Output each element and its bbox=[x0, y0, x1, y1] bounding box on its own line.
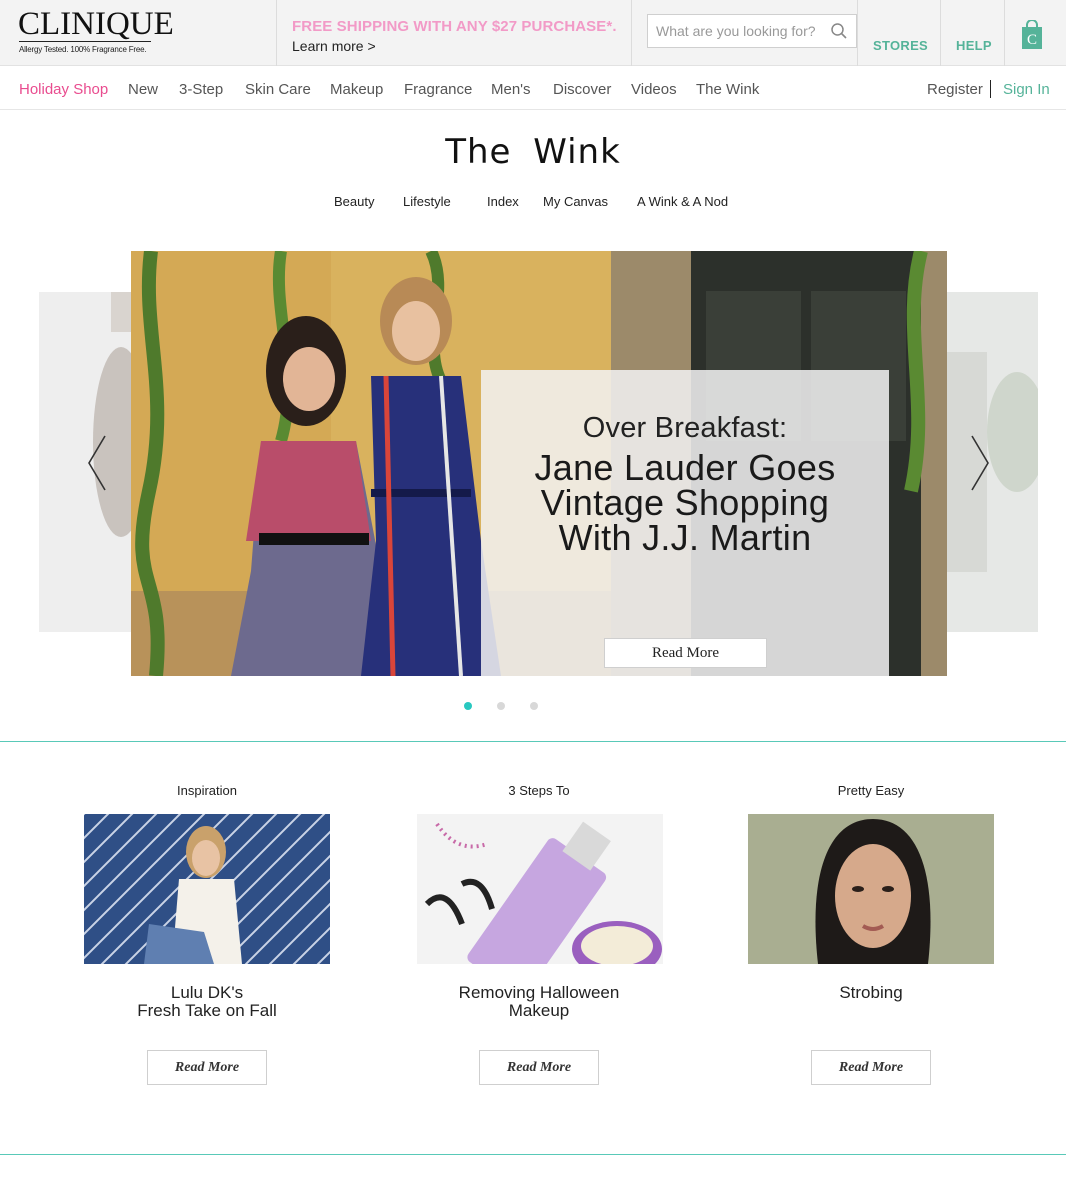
help-link[interactable]: HELP bbox=[956, 38, 992, 53]
subnav-index[interactable]: Index bbox=[487, 194, 519, 209]
nav-separator bbox=[990, 80, 991, 98]
subnav-beauty[interactable]: Beauty bbox=[334, 194, 374, 209]
section-divider bbox=[0, 741, 1066, 742]
carousel-dot-3[interactable] bbox=[530, 702, 538, 710]
card-title[interactable]: Lulu DK's Fresh Take on Fall bbox=[84, 984, 330, 1020]
nav-item-videos[interactable]: Videos bbox=[631, 81, 677, 98]
card-photo-makeup-remover bbox=[417, 814, 663, 964]
nav-item-makeup[interactable]: Makeup bbox=[330, 81, 383, 98]
hero-slide[interactable]: Over Breakfast: Jane Lauder Goes Vintage… bbox=[131, 251, 947, 676]
top-header: CLINIQUE Allergy Tested. 100% Fragrance … bbox=[0, 0, 1066, 66]
search-input[interactable] bbox=[648, 15, 826, 47]
hero-kicker: Over Breakfast: bbox=[582, 412, 788, 444]
logo-tagline: Allergy Tested. 100% Fragrance Free. bbox=[19, 45, 147, 54]
header-divider bbox=[857, 0, 858, 66]
nav-item-new[interactable]: New bbox=[128, 81, 158, 98]
shopping-bag-icon[interactable]: C bbox=[1020, 20, 1044, 50]
register-link[interactable]: Register bbox=[927, 81, 983, 98]
nav-item-fragrance[interactable]: Fragrance bbox=[404, 81, 472, 98]
promo-headline: FREE SHIPPING WITH ANY $27 PURCHASE*. bbox=[292, 18, 617, 35]
stores-link[interactable]: STORES bbox=[873, 38, 928, 53]
nav-item-holiday-shop[interactable]: Holiday Shop bbox=[19, 81, 108, 98]
hero-card: Over Breakfast: Jane Lauder Goes Vintage… bbox=[481, 370, 889, 676]
nav-item-mens[interactable]: Men's bbox=[491, 81, 531, 98]
nav-item-discover[interactable]: Discover bbox=[553, 81, 611, 98]
card-photo-lulu bbox=[84, 814, 330, 964]
promo-learn-more-link[interactable]: Learn more > bbox=[292, 38, 617, 54]
nav-item-the-wink[interactable]: The Wink bbox=[696, 81, 759, 98]
card-category: Pretty Easy bbox=[837, 783, 905, 798]
main-nav: Holiday Shop New 3-Step Skin Care Makeup… bbox=[0, 66, 1066, 110]
header-divider bbox=[1004, 0, 1005, 66]
chevron-left-icon[interactable] bbox=[85, 434, 109, 492]
card-photo-strobing bbox=[748, 814, 994, 964]
nav-item-3-step[interactable]: 3-Step bbox=[179, 81, 223, 98]
carousel-dot-1[interactable] bbox=[464, 702, 472, 710]
card-read-more-button[interactable]: Read More bbox=[147, 1050, 267, 1085]
page-title: The Wink bbox=[445, 132, 621, 172]
section-divider bbox=[0, 1154, 1066, 1155]
subnav-a-wink-and-a-nod[interactable]: A Wink & A Nod bbox=[637, 194, 728, 209]
logo-wordmark: CLINIQUE bbox=[18, 6, 174, 42]
hero-headline: Jane Lauder Goes Vintage Shopping With J… bbox=[534, 447, 836, 558]
card-read-more-button[interactable]: Read More bbox=[479, 1050, 599, 1085]
logo-rule bbox=[19, 41, 151, 42]
next-slide-image bbox=[947, 292, 1038, 632]
clinique-logo[interactable]: CLINIQUE Allergy Tested. 100% Fragrance … bbox=[18, 6, 174, 56]
search-box bbox=[647, 14, 857, 48]
card-image[interactable] bbox=[84, 814, 330, 964]
header-divider bbox=[940, 0, 941, 66]
card-read-more-button[interactable]: Read More bbox=[811, 1050, 931, 1085]
subnav-lifestyle[interactable]: Lifestyle bbox=[403, 194, 451, 209]
card-category: Inspiration bbox=[177, 783, 237, 798]
header-divider bbox=[631, 0, 632, 66]
next-slide-peek[interactable] bbox=[947, 292, 1038, 632]
card-image[interactable] bbox=[748, 814, 994, 964]
nav-item-skin-care[interactable]: Skin Care bbox=[245, 81, 311, 98]
card-image[interactable] bbox=[417, 814, 663, 964]
card-title[interactable]: Strobing bbox=[748, 984, 994, 1002]
hero-read-more-button[interactable]: Read More bbox=[604, 638, 767, 668]
chevron-right-icon[interactable] bbox=[968, 434, 992, 492]
card-category: 3 Steps To bbox=[508, 783, 570, 798]
svg-text:C: C bbox=[1027, 32, 1037, 48]
search-icon[interactable] bbox=[830, 22, 848, 40]
header-divider bbox=[276, 0, 277, 66]
card-title[interactable]: Removing Halloween Makeup bbox=[416, 984, 662, 1020]
subnav-my-canvas[interactable]: My Canvas bbox=[543, 194, 608, 209]
carousel-dot-2[interactable] bbox=[497, 702, 505, 710]
sign-in-link[interactable]: Sign In bbox=[1003, 81, 1050, 98]
promo-banner: FREE SHIPPING WITH ANY $27 PURCHASE*. Le… bbox=[292, 18, 617, 54]
